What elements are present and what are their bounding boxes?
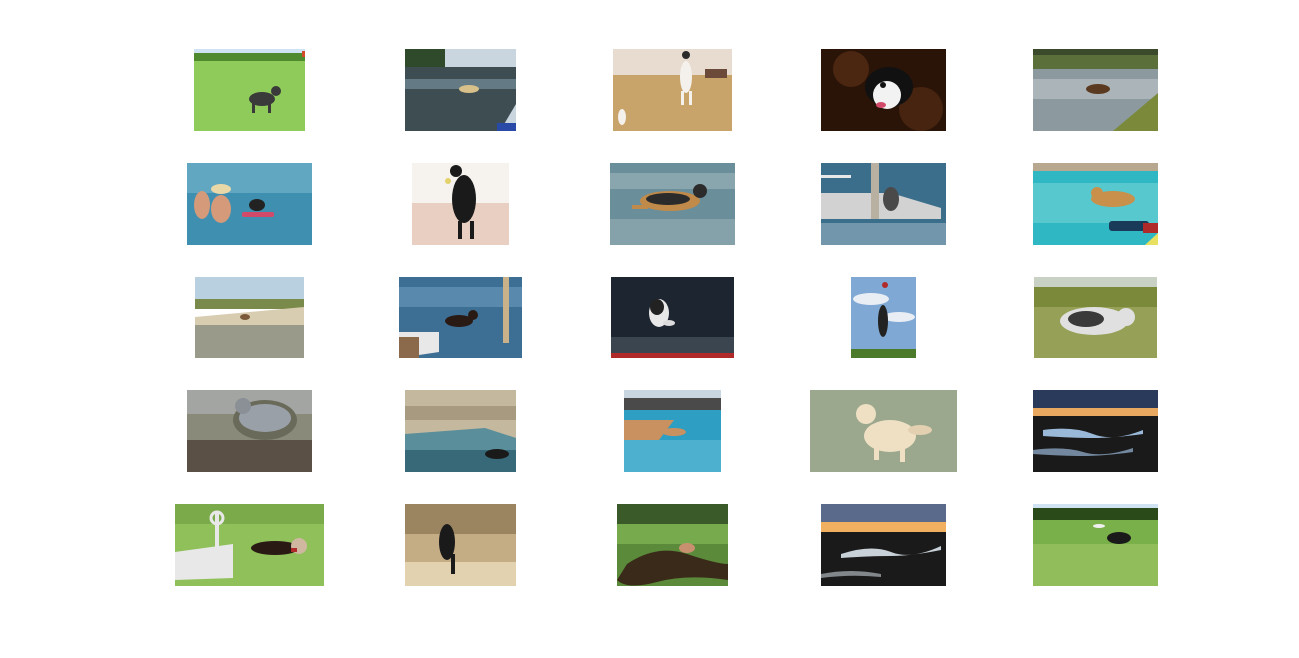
image-grid <box>0 0 1299 658</box>
photo-dog-leaping-from-boat <box>399 277 522 358</box>
photo-dog-face-in-leaves <box>821 49 946 131</box>
photo-dog-at-rocky-pool <box>405 390 516 472</box>
photo-dog-jumping-off-pier <box>821 163 946 245</box>
photo-dog-by-agility-obstacle <box>175 504 324 586</box>
photo-dogs-jumping-in-field <box>613 49 732 131</box>
photo-dog-catching-ball-silhouette <box>412 163 509 245</box>
photo-dog-swimming-near-dock <box>405 49 516 131</box>
photo-dog-catching-frisbee-night <box>611 277 734 358</box>
photo-dog-climbing-rocks <box>405 504 516 586</box>
photo-shepherd-dog-leaping-in-water <box>610 163 735 245</box>
photo-grey-shaggy-dog <box>187 390 312 472</box>
photo-dog-swimming-in-pond <box>1033 49 1158 131</box>
photo-golden-dog-in-frost-grass <box>810 390 957 472</box>
photo-beach-at-dusk <box>1033 390 1158 472</box>
photo-dog-swimming-in-canal <box>624 390 721 472</box>
photo-bearded-collie-running <box>1034 277 1157 358</box>
photo-dog-running-on-grass <box>194 49 305 131</box>
photo-dog-jumping-for-frisbee-sky <box>851 277 916 358</box>
photo-people-and-dog-in-sea <box>187 163 312 245</box>
photo-dog-in-creek <box>617 504 728 586</box>
photo-dog-catching-frisbee-park <box>1033 504 1158 586</box>
photo-dog-on-sandbar <box>195 277 304 358</box>
photo-tidal-flat-at-sunset <box>821 504 946 586</box>
photo-dog-diving-into-pool <box>1033 163 1158 245</box>
